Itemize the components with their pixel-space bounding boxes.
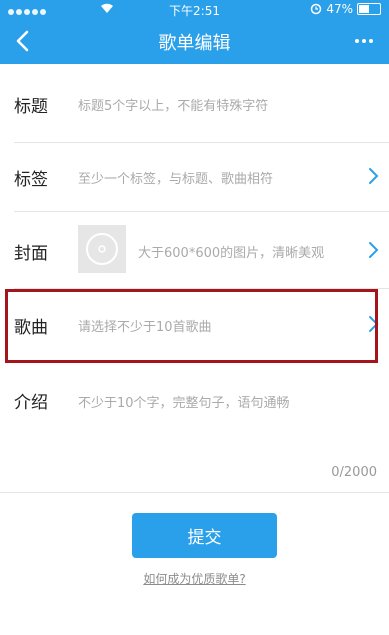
title-row[interactable]: 标题 标题5个字以上，不能有特殊字符 (0, 64, 389, 142)
cover-row[interactable]: 封面 大于600*600的图片，清晰美观 (0, 212, 389, 288)
status-bar: 下午2:51 47% (0, 0, 389, 18)
app-header: 下午2:51 47% 歌单编辑 (0, 0, 389, 64)
cover-placeholder: 大于600*600的图片，清晰美观 (138, 246, 325, 261)
page-title: 歌单编辑 (158, 33, 231, 54)
more-button[interactable] (349, 26, 379, 56)
tags-row[interactable]: 标签 至少一个标签，与标题、歌曲相符 (0, 143, 389, 211)
battery-percent: 47% (326, 2, 353, 16)
title-label: 标题 (14, 97, 48, 117)
nav-bar: 歌单编辑 (0, 18, 389, 64)
disc-icon (86, 233, 118, 265)
highlight-box (5, 289, 378, 363)
chevron-right-icon (369, 168, 379, 184)
cover-image-placeholder[interactable] (78, 225, 126, 273)
tags-label: 标签 (14, 170, 48, 190)
more-icon (355, 39, 359, 43)
intro-label: 介绍 (14, 393, 48, 413)
cover-label: 封面 (14, 244, 48, 264)
alarm-icon (311, 3, 322, 15)
battery-icon (357, 3, 381, 15)
title-input[interactable]: 标题5个字以上，不能有特殊字符 (78, 95, 268, 114)
chevron-right-icon (369, 242, 379, 258)
char-counter: 0/2000 (331, 465, 377, 480)
tags-placeholder: 至少一个标签，与标题、歌曲相符 (78, 172, 274, 187)
submit-button[interactable]: 提交 (132, 513, 277, 558)
intro-textarea[interactable]: 不少于10个字，完整句子，语句通畅 (78, 392, 290, 411)
help-link[interactable]: 如何成为优质歌单? (0, 570, 389, 587)
divider (0, 492, 389, 493)
